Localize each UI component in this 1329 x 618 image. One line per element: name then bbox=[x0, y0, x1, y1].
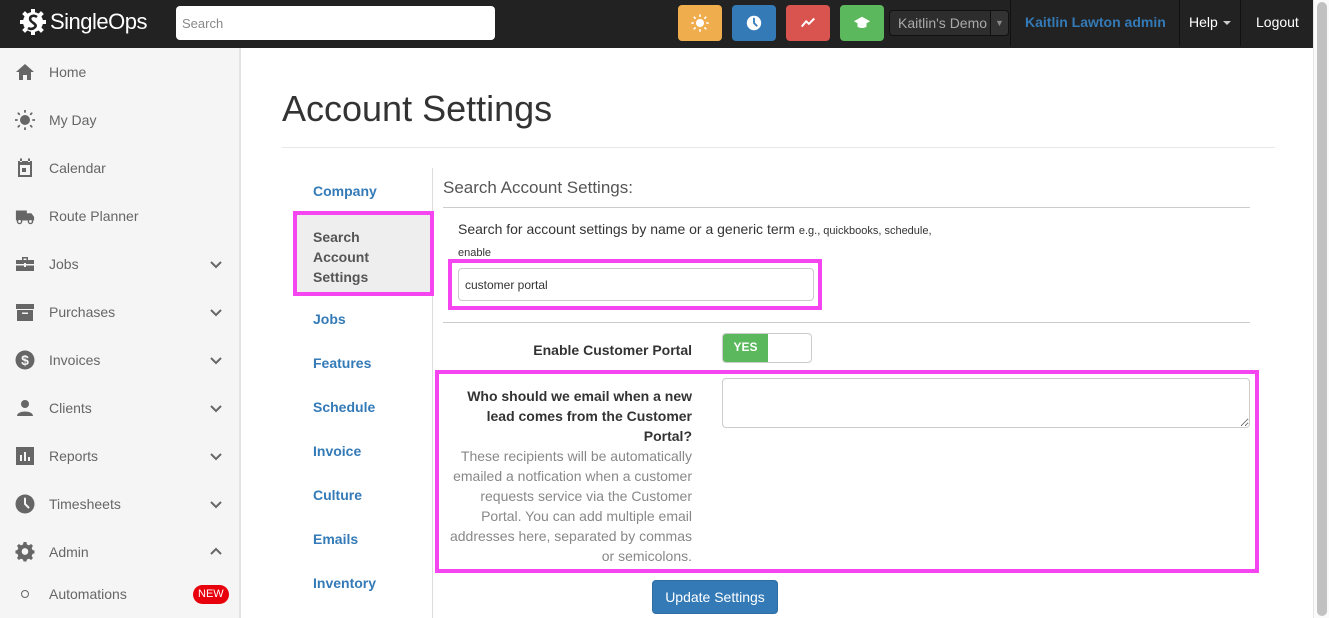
subnav-schedule[interactable]: Schedule bbox=[313, 399, 375, 415]
user-profile-link[interactable]: Kaitlin Lawton admin bbox=[1025, 14, 1166, 30]
nav-divider bbox=[1010, 0, 1011, 46]
lead-email-help-text: These recipients will be automatically e… bbox=[449, 448, 692, 564]
search-help-text: Search for account settings by name or a… bbox=[458, 219, 958, 263]
scrollbar-thumb[interactable] bbox=[1317, 2, 1327, 616]
page-scrollbar[interactable] bbox=[1313, 0, 1329, 618]
sidebar-item-admin[interactable]: Admin bbox=[0, 530, 239, 574]
sidebar-item-label: Clients bbox=[49, 400, 92, 416]
truck-icon bbox=[14, 205, 36, 227]
sidebar-item-label: Route Planner bbox=[49, 208, 139, 224]
brand-name: SingleOps bbox=[50, 9, 148, 34]
subnav-features[interactable]: Features bbox=[313, 355, 371, 371]
caret-down-icon[interactable]: ▼ bbox=[990, 11, 1008, 35]
enable-customer-portal-toggle[interactable]: YES bbox=[722, 333, 812, 363]
sidebar: Home My Day Calendar Route Planner Jobs … bbox=[0, 48, 241, 618]
global-search-input[interactable] bbox=[176, 6, 495, 40]
sidebar-item-home[interactable]: Home bbox=[0, 50, 239, 94]
subnav-inventory[interactable]: Inventory bbox=[313, 575, 376, 591]
chevron-up-icon[interactable] bbox=[209, 545, 223, 559]
sidebar-item-reports[interactable]: Reports bbox=[0, 434, 239, 478]
archive-icon bbox=[14, 301, 36, 323]
lead-email-recipients-textarea[interactable] bbox=[722, 378, 1250, 428]
chevron-down-icon[interactable] bbox=[209, 497, 223, 511]
sidebar-item-jobs[interactable]: Jobs bbox=[0, 242, 239, 286]
sun-icon bbox=[691, 14, 709, 32]
sidebar-subitem-automations[interactable]: Automations NEW bbox=[0, 572, 239, 616]
my-day-button[interactable] bbox=[678, 5, 722, 41]
caret-down-icon bbox=[1222, 21, 1231, 26]
sidebar-item-label: Admin bbox=[49, 544, 89, 560]
home-icon bbox=[14, 61, 36, 83]
help-label: Help bbox=[1189, 14, 1218, 30]
lead-email-label: Who should we email when a new lead come… bbox=[467, 388, 692, 444]
gear-icon bbox=[14, 541, 36, 563]
sidebar-item-clients[interactable]: Clients bbox=[0, 386, 239, 430]
settings-search-input[interactable] bbox=[458, 268, 814, 301]
timesheet-button[interactable] bbox=[732, 5, 776, 41]
sidebar-item-label: Timesheets bbox=[49, 496, 121, 512]
subnav-company[interactable]: Company bbox=[313, 183, 377, 199]
company-select-value: Kaitlin's Demo bbox=[898, 15, 988, 31]
graduation-cap-icon bbox=[853, 16, 871, 28]
briefcase-icon bbox=[14, 253, 36, 275]
toggle-on-state: YES bbox=[723, 334, 768, 362]
section-title: Search Account Settings: bbox=[443, 178, 633, 197]
chevron-down-icon[interactable] bbox=[209, 353, 223, 367]
chevron-down-icon[interactable] bbox=[209, 449, 223, 463]
update-settings-button[interactable]: Update Settings bbox=[652, 580, 778, 614]
new-badge: NEW bbox=[193, 584, 229, 604]
bar-chart-icon bbox=[14, 445, 36, 467]
sidebar-item-label: Invoices bbox=[49, 352, 101, 368]
company-select[interactable]: Kaitlin's Demo ▼ bbox=[889, 10, 1009, 36]
sun-icon bbox=[14, 109, 36, 131]
help-dropdown[interactable]: Help bbox=[1189, 14, 1231, 30]
sidebar-item-label: Purchases bbox=[49, 304, 116, 320]
clock-icon bbox=[746, 15, 762, 31]
nav-divider bbox=[1179, 0, 1180, 46]
subnav-active-label: Search Account Settings bbox=[313, 229, 369, 285]
subnav-culture[interactable]: Culture bbox=[313, 487, 362, 503]
calendar-icon bbox=[14, 157, 36, 179]
chevron-down-icon[interactable] bbox=[209, 257, 223, 271]
subnav-search-account-settings[interactable]: Search Account Settings bbox=[293, 211, 434, 296]
sidebar-item-calendar[interactable]: Calendar bbox=[0, 146, 239, 190]
sidebar-item-label: Jobs bbox=[49, 256, 79, 272]
chevron-down-icon[interactable] bbox=[209, 305, 223, 319]
singleops-logo-icon bbox=[20, 9, 46, 35]
sidebar-item-label: Home bbox=[49, 64, 87, 80]
subnav-jobs[interactable]: Jobs bbox=[313, 311, 346, 327]
logout-link[interactable]: Logout bbox=[1256, 14, 1299, 30]
enable-customer-portal-label: Enable Customer Portal bbox=[533, 342, 692, 358]
page-title: Account Settings bbox=[282, 88, 553, 129]
top-navbar: SingleOps Kaitlin's Demo ▼ Kaitlin Lawto… bbox=[0, 0, 1329, 48]
sidebar-item-label: Calendar bbox=[49, 160, 106, 176]
sidebar-item-label: Reports bbox=[49, 448, 99, 464]
subnav-emails[interactable]: Emails bbox=[313, 531, 358, 547]
search-help-main: Search for account settings by name or a… bbox=[458, 221, 795, 237]
line-chart-icon bbox=[800, 17, 816, 28]
sidebar-item-my-day[interactable]: My Day bbox=[0, 98, 239, 142]
sidebar-item-label: My Day bbox=[49, 112, 97, 128]
clock-icon bbox=[14, 493, 36, 515]
reports-button[interactable] bbox=[786, 5, 830, 41]
divider bbox=[443, 322, 1250, 323]
sidebar-item-label: Automations bbox=[49, 586, 127, 602]
divider bbox=[282, 147, 1275, 148]
subnav-invoice[interactable]: Invoice bbox=[313, 443, 361, 459]
chevron-down-icon[interactable] bbox=[209, 401, 223, 415]
user-icon bbox=[14, 397, 36, 419]
svg-text:$: $ bbox=[21, 352, 29, 368]
divider bbox=[443, 207, 1250, 208]
training-button[interactable] bbox=[840, 5, 884, 41]
sidebar-item-route-planner[interactable]: Route Planner bbox=[0, 194, 239, 238]
sidebar-item-invoices[interactable]: $ Invoices bbox=[0, 338, 239, 382]
dollar-circle-icon: $ bbox=[14, 349, 36, 371]
nav-divider bbox=[1240, 0, 1241, 46]
sidebar-item-purchases[interactable]: Purchases bbox=[0, 290, 239, 334]
brand-logo[interactable]: SingleOps bbox=[20, 8, 148, 36]
bullet-icon bbox=[21, 590, 29, 598]
sidebar-item-timesheets[interactable]: Timesheets bbox=[0, 482, 239, 526]
